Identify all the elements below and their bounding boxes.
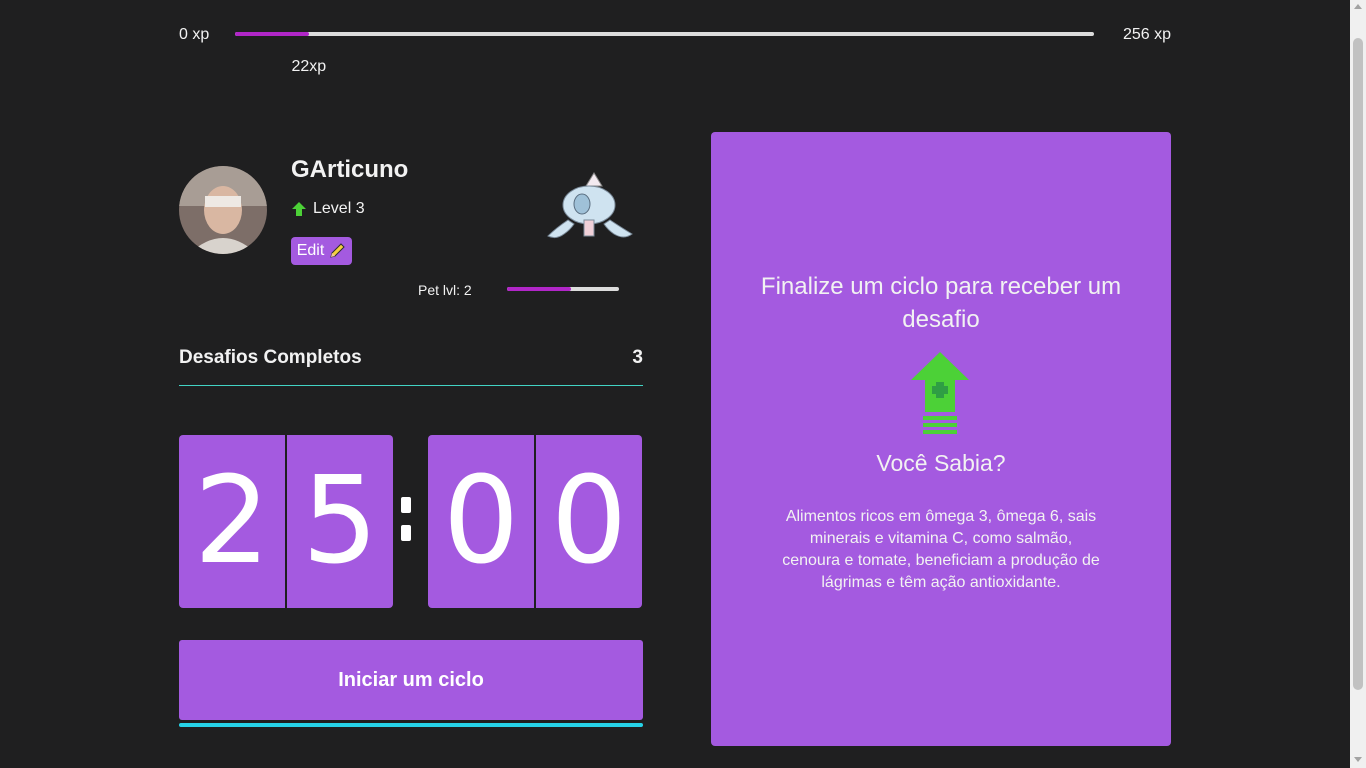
pencil-icon [330, 243, 345, 258]
countdown-timer: 2 5 0 0 [179, 435, 643, 608]
xp-track: 22xp [235, 32, 1094, 75]
xp-current-label: 22xp [291, 58, 327, 75]
level-up-icon [292, 202, 306, 216]
xp-progress-fill [235, 32, 309, 36]
user-level: Level 3 [291, 200, 365, 218]
username: GArticuno [291, 156, 409, 183]
seconds-group: 0 0 [428, 435, 642, 608]
pet-level-label: Pet lvl: 2 [418, 282, 472, 298]
level-label: Level 3 [313, 200, 365, 217]
level-up-arrow-icon [911, 352, 969, 434]
experience-bar: 0 xp 22xp 256 xp [179, 20, 1171, 75]
scroll-up-icon[interactable] [1354, 4, 1362, 9]
second-ones-digit: 0 [534, 435, 642, 608]
challenge-card: Finalize um ciclo para receber um desafi… [711, 132, 1171, 746]
challenges-label: Desafios Completos [179, 347, 362, 368]
xp-min-label: 0 xp [179, 26, 210, 43]
scroll-thumb[interactable] [1353, 38, 1363, 690]
scroll-down-icon[interactable] [1354, 757, 1362, 762]
challenge-card-text: Alimentos ricos em ômega 3, ômega 6, sai… [782, 508, 1100, 591]
edit-profile-button[interactable]: Edit [291, 237, 352, 265]
pet-progress-fill [507, 287, 571, 291]
challenges-count: 3 [632, 347, 643, 368]
pet-sprite [542, 170, 636, 248]
second-tens-digit: 0 [428, 435, 534, 608]
minutes-group: 2 5 [179, 435, 393, 608]
page-scrollbar[interactable] [1350, 0, 1366, 768]
pet-progress-track [507, 287, 619, 291]
avatar [179, 166, 267, 254]
minute-tens-digit: 2 [179, 435, 285, 608]
start-cycle-button[interactable]: Iniciar um ciclo [179, 640, 643, 720]
xp-max-label: 256 xp [1122, 26, 1171, 43]
countdown-colon [401, 497, 413, 553]
edit-label: Edit [296, 242, 325, 259]
completed-challenges: Desafios Completos 3 [179, 345, 643, 386]
start-cycle-underline [179, 723, 643, 727]
challenge-card-subtitle: Você Sabia? [876, 450, 1006, 476]
challenge-card-title: Finalize um ciclo para receber um desafi… [760, 273, 1122, 333]
minute-ones-digit: 5 [285, 435, 393, 608]
